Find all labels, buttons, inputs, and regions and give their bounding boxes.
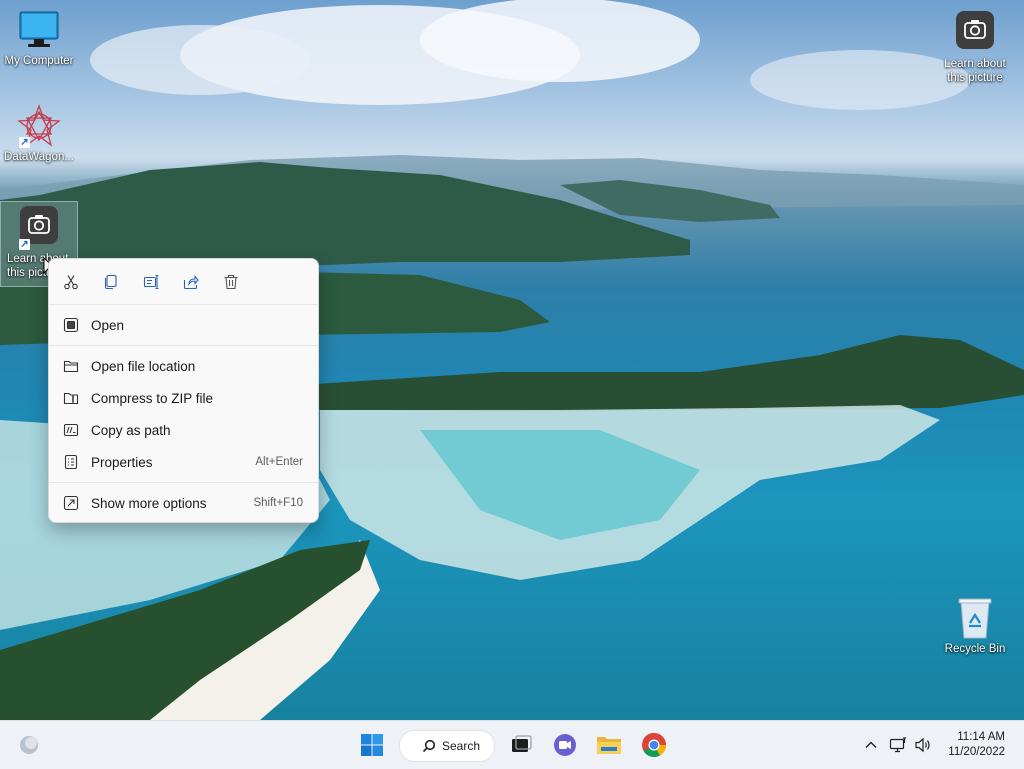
context-menu: Open Open file location Compress to ZIP … bbox=[48, 258, 319, 523]
menu-separator bbox=[49, 345, 318, 346]
properties-icon bbox=[63, 454, 79, 470]
menu-item-label: Open bbox=[91, 317, 125, 333]
menu-item-properties[interactable]: Properties Alt+Enter bbox=[53, 447, 314, 477]
menu-item-label: Open file location bbox=[91, 358, 196, 374]
folder-icon bbox=[63, 358, 79, 374]
clock[interactable]: 11:14 AM 11/20/2022 bbox=[948, 730, 1005, 760]
path-icon bbox=[63, 422, 79, 438]
more-options-icon bbox=[63, 495, 79, 511]
monitor-icon bbox=[17, 8, 61, 52]
weather-widget-icon bbox=[20, 736, 38, 754]
open-icon bbox=[63, 317, 79, 333]
file-explorer-button[interactable] bbox=[593, 729, 625, 761]
scissors-icon bbox=[64, 275, 78, 290]
context-menu-action-bar bbox=[49, 259, 318, 305]
volume-icon bbox=[915, 737, 930, 753]
menu-separator bbox=[49, 482, 318, 483]
menu-item-shortcut: Shift+F10 bbox=[253, 497, 303, 509]
share-icon bbox=[183, 275, 199, 290]
menu-item-label: Show more options bbox=[91, 495, 207, 511]
start-icon bbox=[361, 734, 383, 756]
delete-button[interactable] bbox=[219, 270, 243, 294]
chrome-icon bbox=[642, 733, 666, 758]
task-view-button[interactable] bbox=[506, 729, 536, 761]
shortcut-arrow-icon: ↗ bbox=[19, 137, 30, 148]
trash-icon bbox=[224, 274, 238, 290]
chrome-button[interactable] bbox=[638, 729, 670, 761]
copy-button[interactable] bbox=[99, 270, 123, 294]
cut-button[interactable] bbox=[59, 270, 83, 294]
task-view-icon bbox=[512, 735, 532, 752]
desktop-icon-label: Recycle Bin bbox=[944, 643, 1006, 655]
datawagon-icon: ↗ bbox=[17, 104, 61, 148]
chevron-up-icon bbox=[865, 741, 877, 748]
taskbar-search-box[interactable]: Search bbox=[399, 730, 495, 762]
search-icon bbox=[422, 739, 436, 753]
rename-button[interactable] bbox=[139, 270, 163, 294]
menu-item-label: Compress to ZIP file bbox=[91, 390, 214, 406]
camera-icon: ↗ bbox=[17, 206, 61, 250]
menu-item-show-more-options[interactable]: Show more options Shift+F10 bbox=[53, 488, 314, 518]
menu-item-copy-as-path[interactable]: Copy as path bbox=[53, 415, 314, 445]
desktop-icon-datawagon[interactable]: ↗ DataWagon... bbox=[1, 104, 77, 164]
zip-icon bbox=[63, 390, 79, 406]
copy-icon bbox=[104, 274, 117, 290]
share-button[interactable] bbox=[179, 270, 203, 294]
desktop-icon-label: My Computer bbox=[4, 55, 74, 67]
desktop-icon-recycle-bin[interactable]: Recycle Bin bbox=[937, 596, 1013, 656]
rename-icon bbox=[143, 274, 159, 290]
volume-button[interactable] bbox=[912, 729, 934, 761]
desktop-icon-learn-about-picture[interactable]: Learn about this picture bbox=[937, 8, 1013, 85]
search-label: Search bbox=[442, 739, 481, 753]
clock-time: 11:14 AM bbox=[957, 731, 1005, 743]
file-explorer-icon bbox=[597, 737, 621, 754]
show-hidden-icons-button[interactable] bbox=[860, 729, 882, 761]
network-icon bbox=[889, 737, 906, 753]
recycle-bin-icon bbox=[953, 596, 997, 640]
chat-icon bbox=[554, 734, 576, 756]
chat-button[interactable] bbox=[549, 729, 581, 761]
menu-item-compress-zip[interactable]: Compress to ZIP file bbox=[53, 383, 314, 413]
menu-item-label: Properties bbox=[91, 454, 153, 470]
start-button[interactable] bbox=[356, 729, 388, 761]
menu-item-open[interactable]: Open bbox=[53, 310, 314, 340]
clock-date: 11/20/2022 bbox=[948, 746, 1005, 758]
shortcut-arrow-icon: ↗ bbox=[19, 239, 30, 250]
menu-item-open-file-location[interactable]: Open file location bbox=[53, 351, 314, 381]
network-button[interactable] bbox=[887, 729, 909, 761]
menu-item-label: Copy as path bbox=[91, 422, 171, 438]
desktop-icon-my-computer[interactable]: My Computer bbox=[1, 8, 77, 68]
desktop-icon-label: DataWagon... bbox=[4, 151, 74, 163]
camera-icon bbox=[953, 11, 997, 55]
desktop-icon-label: Learn about this picture bbox=[944, 58, 1006, 84]
menu-item-shortcut: Alt+Enter bbox=[255, 456, 303, 468]
taskbar: Search 11:14 AM 11/20/2022 bbox=[0, 720, 1024, 769]
widgets-button[interactable] bbox=[14, 729, 44, 761]
